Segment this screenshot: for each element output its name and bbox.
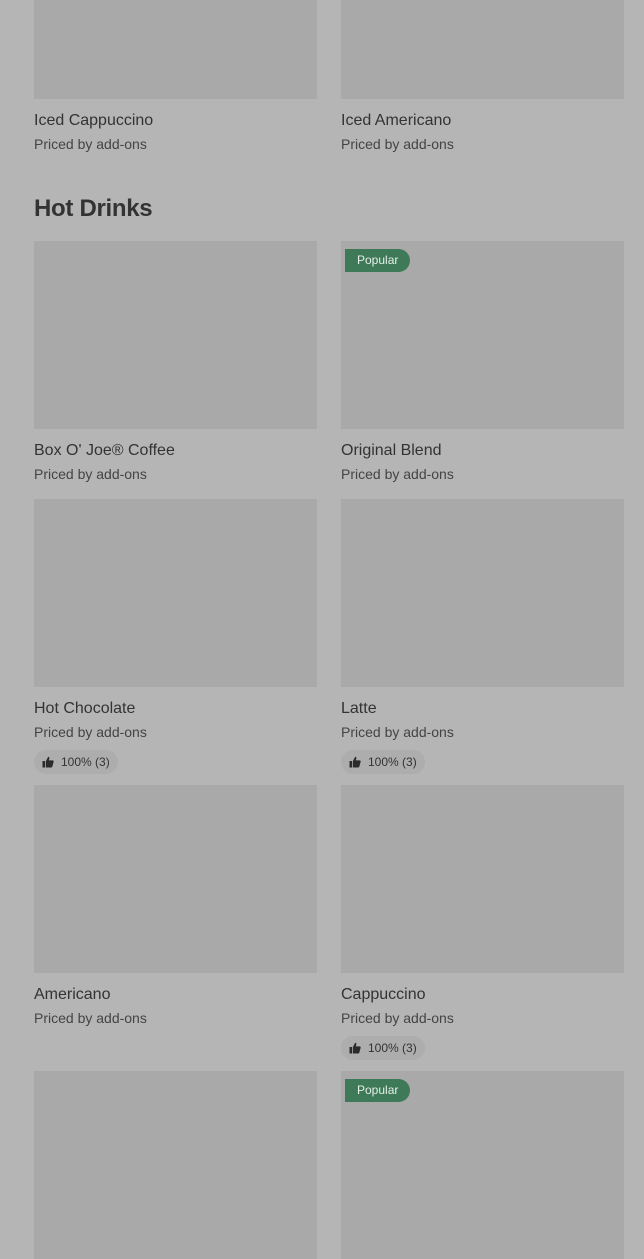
item-name: Iced Americano <box>341 112 452 129</box>
thumbs-up-icon <box>349 1042 361 1054</box>
rating-pill: 100% (3) <box>341 750 425 774</box>
item-name: Original Blend <box>341 442 442 459</box>
thumbs-up-icon <box>42 756 54 768</box>
item-price: Priced by add-ons <box>34 466 147 482</box>
menu-item-card[interactable]: Popular Original Blend Priced by add-ons <box>341 241 624 482</box>
menu-item-card[interactable]: Iced Americano Priced by add-ons <box>341 0 624 152</box>
menu-item-card[interactable]: Iced Cappuccino Priced by add-ons <box>34 0 317 152</box>
item-price: Priced by add-ons <box>341 1010 454 1026</box>
item-price: Priced by add-ons <box>34 724 147 740</box>
item-price: Priced by add-ons <box>34 136 147 152</box>
rating-text: 100% (3) <box>61 755 110 769</box>
menu-item-card[interactable] <box>34 1071 317 1259</box>
item-image <box>341 0 624 99</box>
popular-badge: Popular <box>345 249 411 272</box>
item-image <box>34 0 317 99</box>
item-name: Box O' Joe® Coffee <box>34 442 175 459</box>
menu-item-card[interactable]: Latte Priced by add-ons 100% (3) <box>341 499 624 774</box>
menu-item-card[interactable]: Box O' Joe® Coffee Priced by add-ons <box>34 241 317 482</box>
thumbs-up-icon <box>349 756 361 768</box>
item-name: Hot Chocolate <box>34 700 136 717</box>
menu-item-card[interactable]: Hot Chocolate Priced by add-ons 100% (3) <box>34 499 317 774</box>
item-name: Cappuccino <box>341 986 426 1003</box>
section-title: Hot Drinks <box>34 195 153 222</box>
item-image <box>34 241 317 429</box>
item-image: Popular <box>341 241 624 429</box>
item-image <box>341 785 624 973</box>
item-price: Priced by add-ons <box>341 136 454 152</box>
popular-badge: Popular <box>345 1079 411 1102</box>
item-price: Priced by add-ons <box>34 1010 147 1026</box>
menu-item-card[interactable]: Americano Priced by add-ons <box>34 785 317 1026</box>
rating-pill: 100% (3) <box>341 1036 425 1060</box>
item-image: Popular <box>341 1071 624 1259</box>
item-price: Priced by add-ons <box>341 466 454 482</box>
item-image <box>34 785 317 973</box>
rating-pill: 100% (3) <box>34 750 118 774</box>
rating-text: 100% (3) <box>368 755 417 769</box>
rating-text: 100% (3) <box>368 1041 417 1055</box>
item-image <box>341 499 624 687</box>
item-name: Iced Cappuccino <box>34 112 154 129</box>
item-name: Americano <box>34 986 111 1003</box>
menu-item-card[interactable]: Cappuccino Priced by add-ons 100% (3) <box>341 785 624 1060</box>
menu-item-card[interactable]: Popular <box>341 1071 624 1259</box>
item-image <box>34 499 317 687</box>
item-name: Latte <box>341 700 377 717</box>
item-image <box>34 1071 317 1259</box>
item-price: Priced by add-ons <box>341 724 454 740</box>
